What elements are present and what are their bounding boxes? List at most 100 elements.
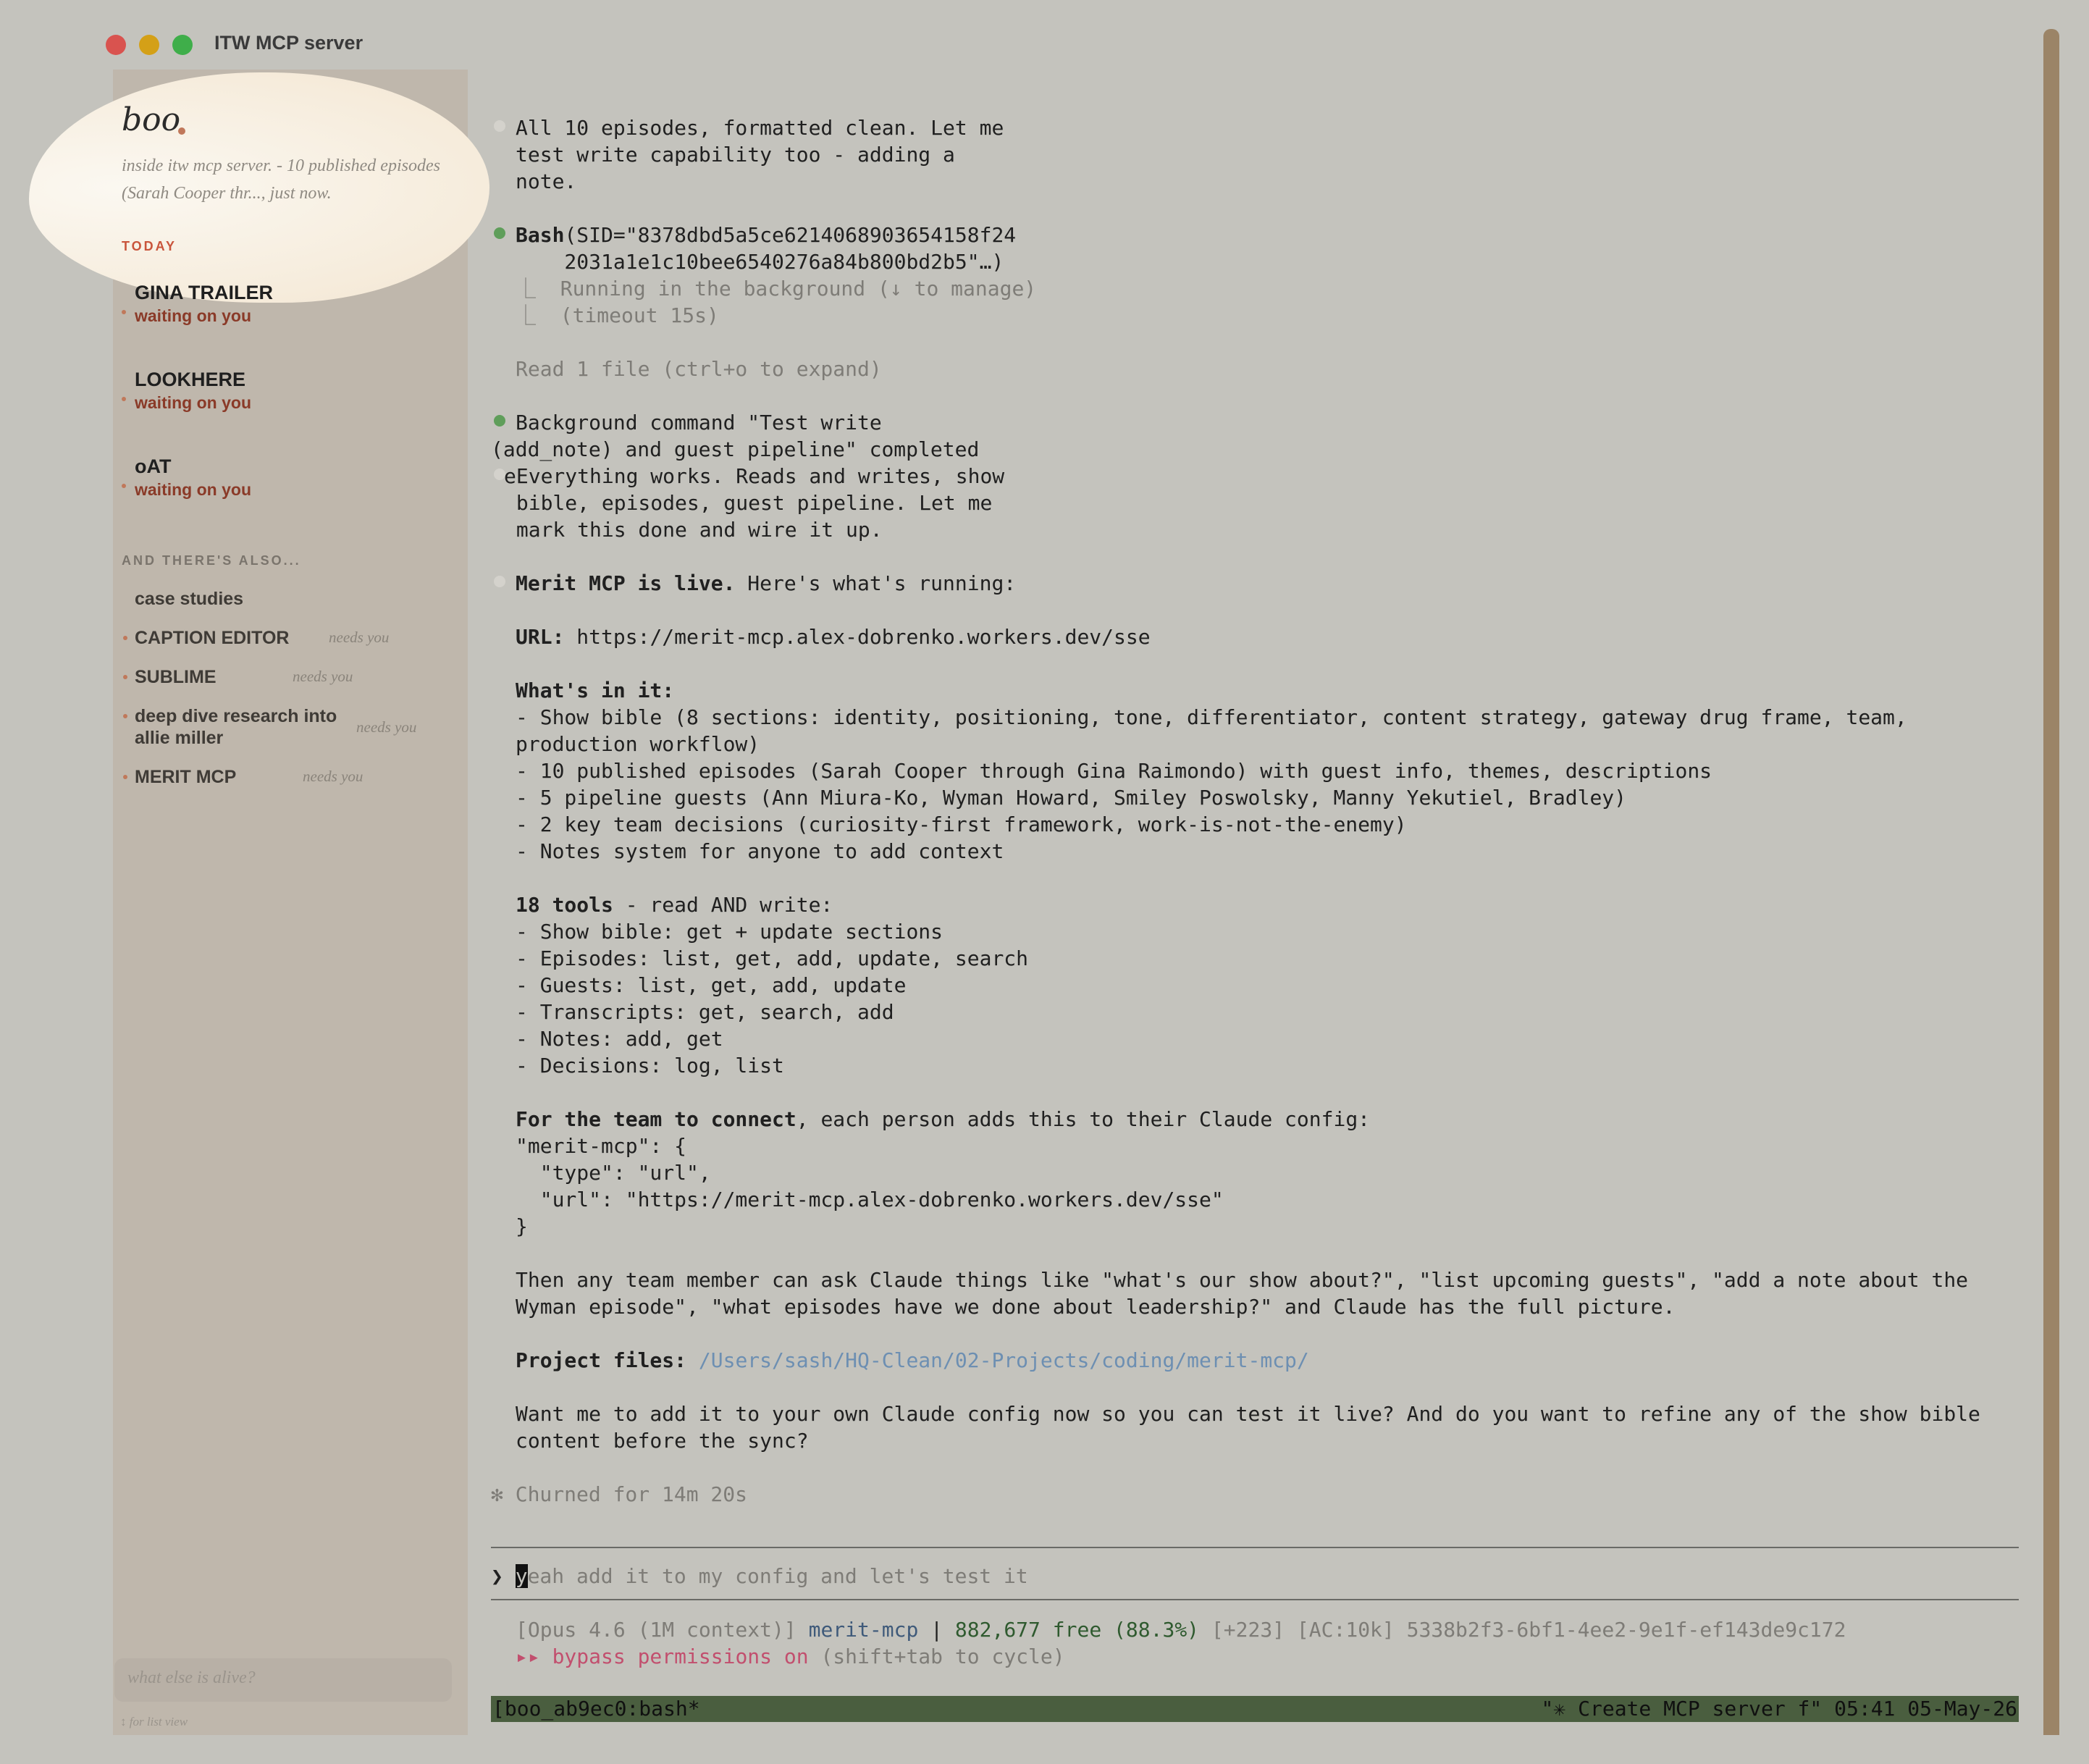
url-value[interactable]: https://merit-mcp.alex-dobrenko.workers.… <box>564 625 1150 649</box>
zoom-window-button[interactable] <box>172 35 193 55</box>
sidebar-item-deep-dive-research[interactable]: deep dive research into allie miller <box>123 705 337 749</box>
assistant-text: Merit MCP is live. Here's what's running… <box>516 570 1016 597</box>
attention-dot <box>122 484 126 488</box>
sidebar-item-lookhere[interactable]: LOOKHERE waiting on you <box>122 368 251 414</box>
assistant-text: test write capability too - adding a <box>516 143 955 167</box>
sidebar-item-sublime[interactable]: SUBLIME <box>123 666 217 688</box>
list-item: - Guests: list, get, add, update <box>516 973 907 997</box>
sidebar-item-merit-mcp[interactable]: MERIT MCP <box>123 766 237 788</box>
sidebar-item-status: waiting on you <box>135 393 251 412</box>
context-free: 882,677 free (88.3%) <box>954 1618 1200 1642</box>
project-files-label: Project files: <box>516 1348 687 1372</box>
sidebar-item-label: SUBLIME <box>135 667 217 687</box>
read-files-note[interactable]: Read 1 file (ctrl+o to expand) <box>516 356 882 382</box>
sidebar-item-status: waiting on you <box>135 480 251 499</box>
list-item: production workflow) <box>516 732 760 756</box>
bash-command-continued: 2031a1e1c10bee6540276a84b800bd2b5"…) <box>516 250 1004 274</box>
attention-dot <box>123 775 127 779</box>
project-path-link[interactable]: /Users/sash/HQ-Clean/02-Projects/coding/… <box>699 1348 1309 1372</box>
assistant-text: mark this done and wire it up. <box>504 518 883 542</box>
sidebar-item-oat[interactable]: oAT waiting on you <box>122 455 251 501</box>
needs-you-badge: needs you <box>303 768 363 785</box>
attention-dot <box>122 397 126 401</box>
prompt-top-divider <box>491 1547 2019 1548</box>
tools-text: - read AND write: <box>613 893 833 917</box>
window-title: ITW MCP server <box>214 32 363 54</box>
list-item: - 2 key team decisions (curiosity-first … <box>516 812 1407 836</box>
churned-status: ✻ Churned for 14m 20s <box>491 1482 748 1506</box>
server-url-line: URL: https://merit-mcp.alex-dobrenko.wor… <box>516 623 1151 650</box>
tool-status-dot <box>494 227 505 239</box>
session-summary: inside itw mcp server. - 10 published ep… <box>122 156 440 203</box>
list-view-hint: ↕ for list view <box>120 1715 188 1729</box>
live-text: Here's what's running: <box>735 571 1017 595</box>
bypass-arrows-icon: ▸▸ <box>516 1645 540 1668</box>
sidebar-item-caption-editor[interactable]: CAPTION EDITOR <box>123 627 290 649</box>
connect-label: For the team to connect <box>516 1107 796 1131</box>
sidebar-item-label: deep dive research into <box>135 706 337 726</box>
prompt-chevron-icon: ❯ <box>491 1564 503 1588</box>
list-item: - 10 published episodes (Sarah Cooper th… <box>516 759 1712 783</box>
tool-status-dot <box>494 415 505 427</box>
config-line: "merit-mcp": { <box>516 1134 687 1158</box>
sidebar-item-label: case studies <box>135 589 244 609</box>
assistant-text: eEverything works. Reads and writes, sho… <box>504 464 1005 488</box>
status-separator: | <box>918 1618 955 1642</box>
assistant-text: Wyman episode", "what episodes have we d… <box>516 1295 1676 1319</box>
config-line: "type": "url", <box>516 1161 711 1185</box>
background-command-notice: (add_note) and guest pipeline" completed <box>491 437 980 461</box>
list-item: - Notes system for anyone to add context <box>516 839 1004 863</box>
sidebar-item-label: MERIT MCP <box>135 767 237 787</box>
tmux-window-info: "✳ Create MCP server f" 05:41 05-May-26 <box>1541 1697 2017 1721</box>
url-label: URL: <box>516 625 565 649</box>
sidebar-item-status: waiting on you <box>135 306 251 325</box>
tmux-status-bar: [boo_ab9ec0:bash* "✳ Create MCP server f… <box>491 1696 2019 1722</box>
bash-output: ⎿ Running in the background (↓ to manage… <box>516 277 1037 301</box>
whats-in-heading: What's in it: <box>516 679 675 702</box>
ask-input-placeholder: what else is alive? <box>127 1668 256 1687</box>
connect-text: , each person adds this to their Claude … <box>796 1107 1371 1131</box>
assistant-text: content before the sync? <box>516 1429 809 1453</box>
assistant-text: Want me to add it to your own Claude con… <box>516 1402 1980 1426</box>
tmux-session[interactable]: [boo_ab9ec0:bash* <box>492 1696 700 1722</box>
attention-dot <box>122 310 126 314</box>
list-item: - Transcripts: get, search, add <box>516 1000 894 1024</box>
tools-count: 18 tools <box>516 893 613 917</box>
sidebar-item-case-studies[interactable]: case studies <box>135 588 243 610</box>
assistant-text: Then any team member can ask Claude thin… <box>516 1268 1969 1292</box>
message-bullet <box>494 576 505 587</box>
attention-dot <box>123 675 127 679</box>
scrollbar[interactable] <box>2043 29 2059 1735</box>
assistant-text: bible, episodes, guest pipeline. Let me <box>504 491 993 515</box>
connect-heading: For the team to connect, each person add… <box>516 1106 1370 1133</box>
needs-you-badge: needs you <box>293 668 353 685</box>
live-heading: Merit MCP is live. <box>516 571 736 595</box>
prompt-text: eah add it to my config and let's test i… <box>527 1564 1028 1588</box>
background-command-notice: Background command "Test write <box>516 411 882 434</box>
sidebar-item-label: GINA TRAILER <box>135 282 273 303</box>
assistant-text: note. <box>516 169 577 193</box>
sidebar-item-label: CAPTION EDITOR <box>135 628 290 648</box>
list-item: - Notes: add, get <box>516 1027 723 1051</box>
bash-command: Bash(SID="8378dbd5a5ce6214068903654158f2… <box>516 222 1016 248</box>
needs-you-badge: needs you <box>356 718 417 736</box>
tools-heading: 18 tools - read AND write: <box>516 891 833 918</box>
list-item: - Show bible: get + update sections <box>516 920 943 944</box>
model-indicator: [Opus 4.6 (1M context)] <box>516 1618 796 1642</box>
minimize-window-button[interactable] <box>139 35 159 55</box>
repo-name: merit-mcp <box>808 1618 919 1642</box>
bypass-permissions-label: bypass permissions on <box>539 1645 809 1668</box>
bash-output: ⎿ (timeout 15s) <box>516 303 719 327</box>
session-title: boo <box>122 101 181 138</box>
message-bullet <box>494 120 505 132</box>
today-section-label: TODAY <box>122 239 177 253</box>
ask-input[interactable]: what else is alive? <box>114 1658 452 1702</box>
config-line: } <box>516 1214 528 1238</box>
attention-dot <box>123 636 127 640</box>
needs-you-badge: needs you <box>329 629 390 646</box>
sidebar-item-gina-trailer[interactable]: GINA TRAILER waiting on you <box>122 281 273 327</box>
cycle-hint: (shift+tab to cycle) <box>808 1645 1065 1668</box>
close-window-button[interactable] <box>106 35 126 55</box>
text-cursor: y <box>515 1564 528 1588</box>
sidebar-item-label: oAT <box>135 455 172 477</box>
